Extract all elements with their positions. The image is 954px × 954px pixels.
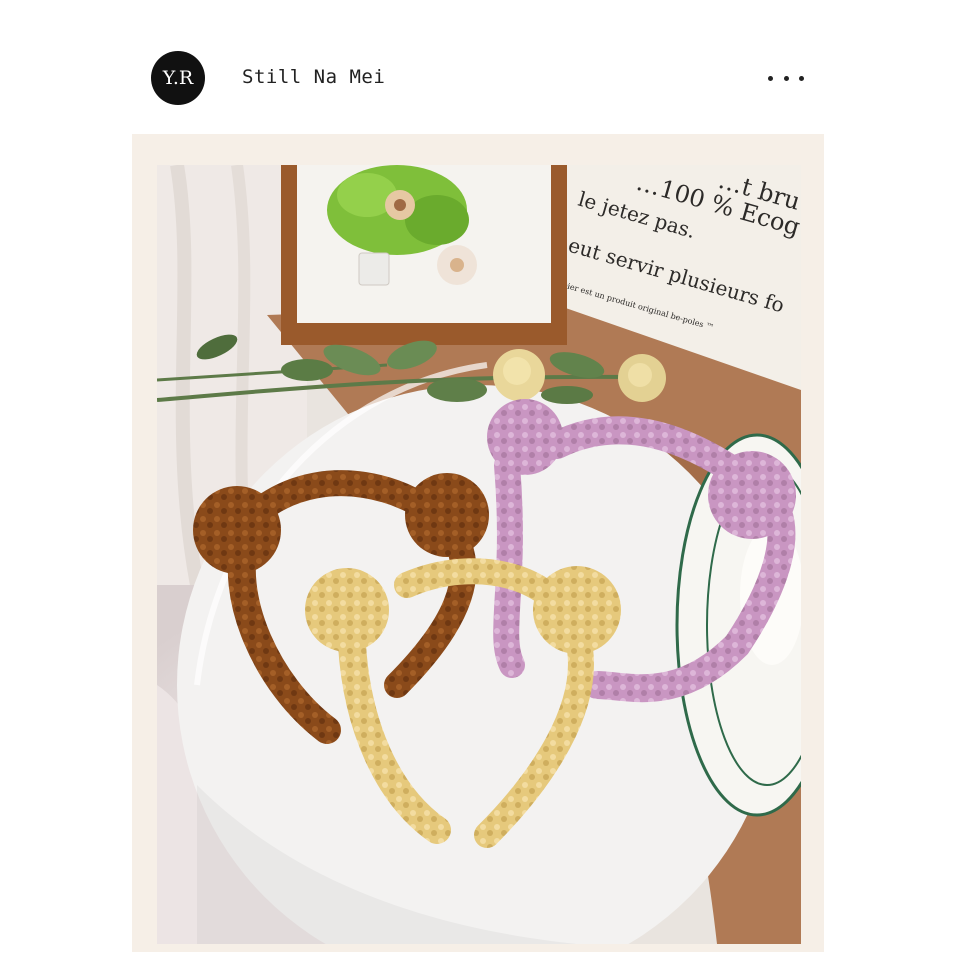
username[interactable]: Still Na Mei	[242, 66, 385, 88]
picture-frame	[281, 165, 567, 345]
product-photo-illustration: …t bru …100 % Ecog le jetez pas. eut ser…	[157, 165, 801, 944]
more-options-button[interactable]	[768, 68, 804, 88]
post-photo[interactable]: …t bru …100 % Ecog le jetez pas. eut ser…	[157, 165, 801, 944]
more-horizontal-icon	[768, 75, 773, 81]
post-header: Y.R Still Na Mei	[0, 0, 954, 130]
avatar[interactable]: Y.R	[151, 51, 205, 105]
